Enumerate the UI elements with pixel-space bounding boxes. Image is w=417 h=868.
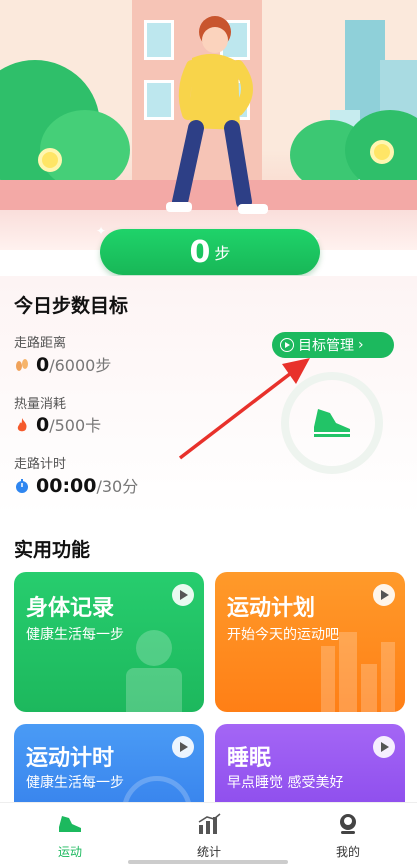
tools-title: 实用功能	[14, 539, 91, 561]
stopwatch-icon	[16, 479, 28, 493]
calories-row: 0 /500卡	[14, 412, 101, 436]
tab-label: 我的	[335, 845, 360, 859]
card-title: 运动计时	[26, 746, 115, 771]
bar-deco	[321, 646, 335, 712]
bar-deco	[381, 642, 395, 712]
card-title: 身体记录	[26, 596, 115, 621]
tab-label: 统计	[196, 845, 221, 859]
card-title: 睡眠	[227, 746, 272, 771]
goal-title: 今日步数目标	[14, 295, 129, 317]
stopwatch-deco-icon	[122, 776, 192, 802]
chevron-right-icon: ›	[358, 337, 364, 353]
profile-icon	[340, 814, 356, 834]
timer-goal: /30分	[96, 477, 139, 496]
hero-banner: ✦ ✦	[0, 0, 417, 250]
bar-deco	[339, 632, 357, 712]
step-unit: 步	[214, 244, 231, 263]
person-deco-body	[126, 668, 182, 712]
exercise-timer-card[interactable]: 运动计时 健康生活每一步	[14, 724, 204, 802]
distance-label: 走路距离	[14, 336, 67, 351]
step-counter[interactable]: 0 步	[100, 229, 320, 275]
home-indicator[interactable]	[128, 860, 288, 864]
card-subtitle: 健康生活每一步	[26, 775, 124, 791]
timer-row: 00:00 /30分	[14, 473, 138, 497]
step-count: 0	[189, 234, 211, 270]
body-record-card[interactable]: 身体记录 健康生活每一步	[14, 572, 204, 712]
footprint-icon	[16, 359, 28, 371]
calories-value: 0	[36, 414, 50, 436]
distance-value: 0	[36, 354, 50, 376]
red-arrow-annotation	[178, 358, 310, 460]
tab-exercise[interactable]: 运动	[30, 813, 110, 860]
card-subtitle: 开始今天的运动吧	[227, 627, 339, 643]
timer-value: 00:00	[36, 475, 97, 497]
flame-icon	[17, 418, 27, 432]
sneaker-icon	[59, 816, 81, 832]
tab-statistics[interactable]: 统计	[169, 813, 249, 860]
distance-row: 0 /6000步	[14, 352, 111, 376]
play-icon	[373, 584, 395, 606]
tab-label: 运动	[57, 845, 82, 859]
sleep-card[interactable]: 睡眠 早点睡觉 感受美好	[215, 724, 405, 802]
distance-goal: /6000步	[49, 356, 112, 375]
timer-label: 走路计时	[14, 457, 67, 472]
tab-profile[interactable]: 我的	[308, 813, 388, 860]
calories-label: 热量消耗	[14, 397, 67, 412]
flower-icon	[38, 148, 62, 172]
walking-person-illustration	[166, 16, 268, 214]
calories-goal: /500卡	[49, 416, 102, 435]
sparkle-icon: ✦	[96, 224, 107, 238]
flower-icon	[370, 140, 394, 164]
play-icon	[373, 736, 395, 758]
card-subtitle: 健康生活每一步	[26, 627, 124, 643]
bar-deco	[361, 664, 377, 712]
bar-chart-icon	[198, 813, 221, 834]
play-icon	[172, 736, 194, 758]
card-title: 运动计划	[227, 596, 316, 621]
play-icon	[172, 584, 194, 606]
card-subtitle: 早点睡觉 感受美好	[227, 775, 344, 791]
bottom-tab-bar: 运动 统计 我的	[0, 802, 417, 868]
person-deco-icon	[136, 630, 172, 666]
exercise-plan-card[interactable]: 运动计划 开始今天的运动吧	[215, 572, 405, 712]
